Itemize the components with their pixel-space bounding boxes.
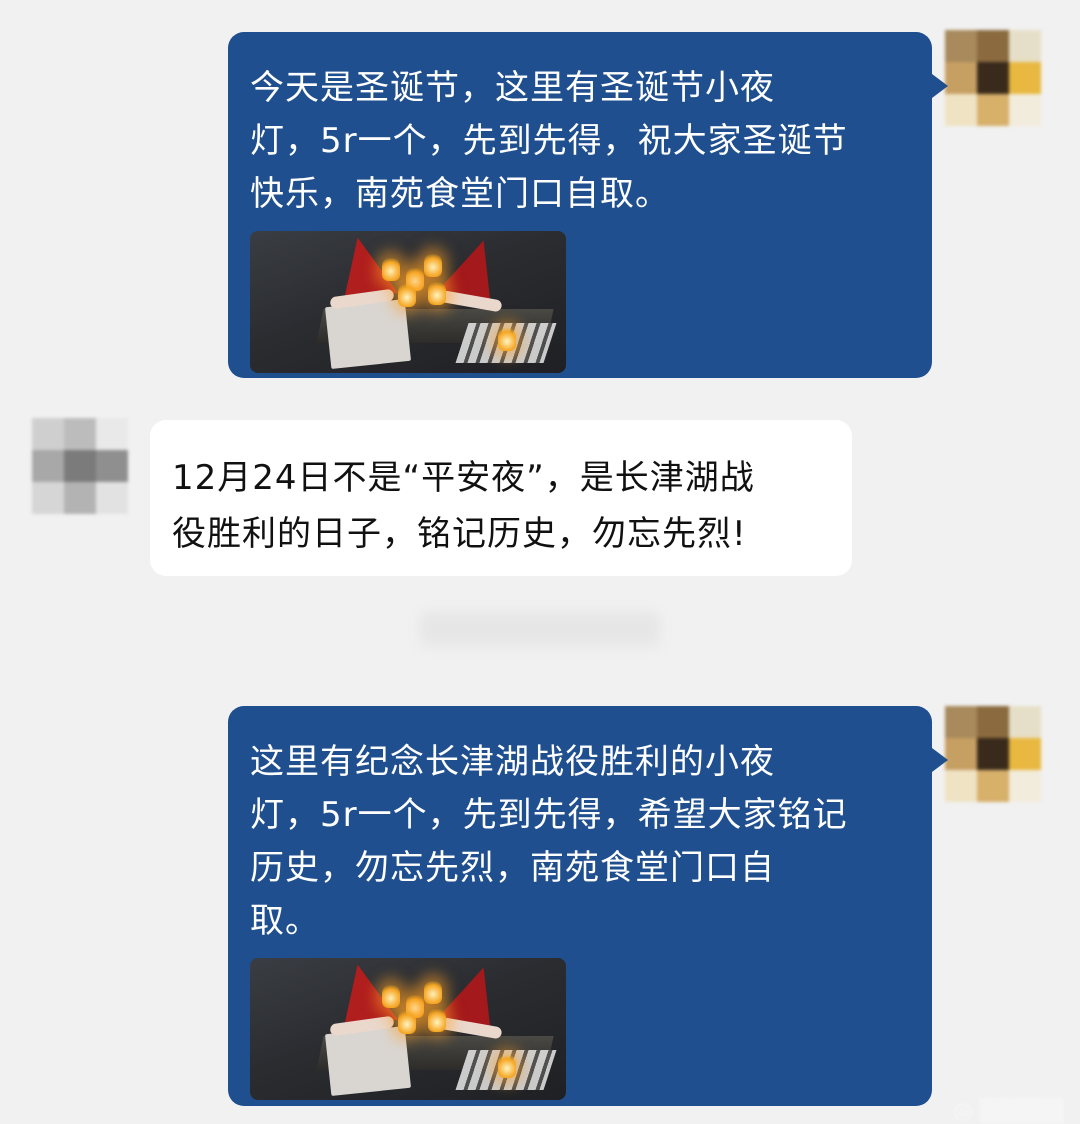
sender-avatar[interactable] bbox=[945, 706, 1041, 802]
night-lamp bbox=[498, 1054, 516, 1078]
chat-thread: 今天是圣诞节，这里有圣诞节小夜 灯，5r一个，先到先得，祝大家圣诞节 快乐，南苑… bbox=[0, 0, 1080, 1124]
photo-paper bbox=[324, 1025, 412, 1097]
receiver-avatar[interactable] bbox=[32, 418, 128, 514]
watermark: ◎ ▒▒▒▒▒ bbox=[953, 1099, 1064, 1124]
night-lamp bbox=[424, 980, 442, 1004]
photo-paper bbox=[324, 298, 412, 370]
received-message-bubble[interactable]: 12月24日不是“平安夜”，是长津湖战 役胜利的日子，铭记历史，勿忘先烈! bbox=[150, 420, 852, 576]
message-photo[interactable] bbox=[250, 958, 566, 1100]
sent-message-bubble[interactable]: 今天是圣诞节，这里有圣诞节小夜 灯，5r一个，先到先得，祝大家圣诞节 快乐，南苑… bbox=[228, 32, 948, 378]
night-lamp bbox=[424, 253, 442, 277]
night-lamp bbox=[428, 1008, 446, 1032]
night-lamp bbox=[382, 984, 400, 1008]
message-photo[interactable] bbox=[250, 231, 566, 373]
night-lamp bbox=[382, 257, 400, 281]
night-lamp bbox=[398, 283, 416, 307]
message-text: 12月24日不是“平安夜”，是长津湖战 役胜利的日子，铭记历史，勿忘先烈! bbox=[172, 458, 755, 554]
message-text: 这里有纪念长津湖战役胜利的小夜 灯，5r一个，先到先得，希望大家铭记 历史，勿忘… bbox=[250, 742, 848, 941]
blurred-timestamp bbox=[420, 612, 660, 646]
sent-message-bubble[interactable]: 这里有纪念长津湖战役胜利的小夜 灯，5r一个，先到先得，希望大家铭记 历史，勿忘… bbox=[228, 706, 948, 1106]
night-lamp bbox=[428, 281, 446, 305]
night-lamp bbox=[398, 1010, 416, 1034]
night-lamp bbox=[498, 327, 516, 351]
message-text: 今天是圣诞节，这里有圣诞节小夜 灯，5r一个，先到先得，祝大家圣诞节 快乐，南苑… bbox=[250, 68, 848, 214]
sender-avatar[interactable] bbox=[945, 30, 1041, 126]
